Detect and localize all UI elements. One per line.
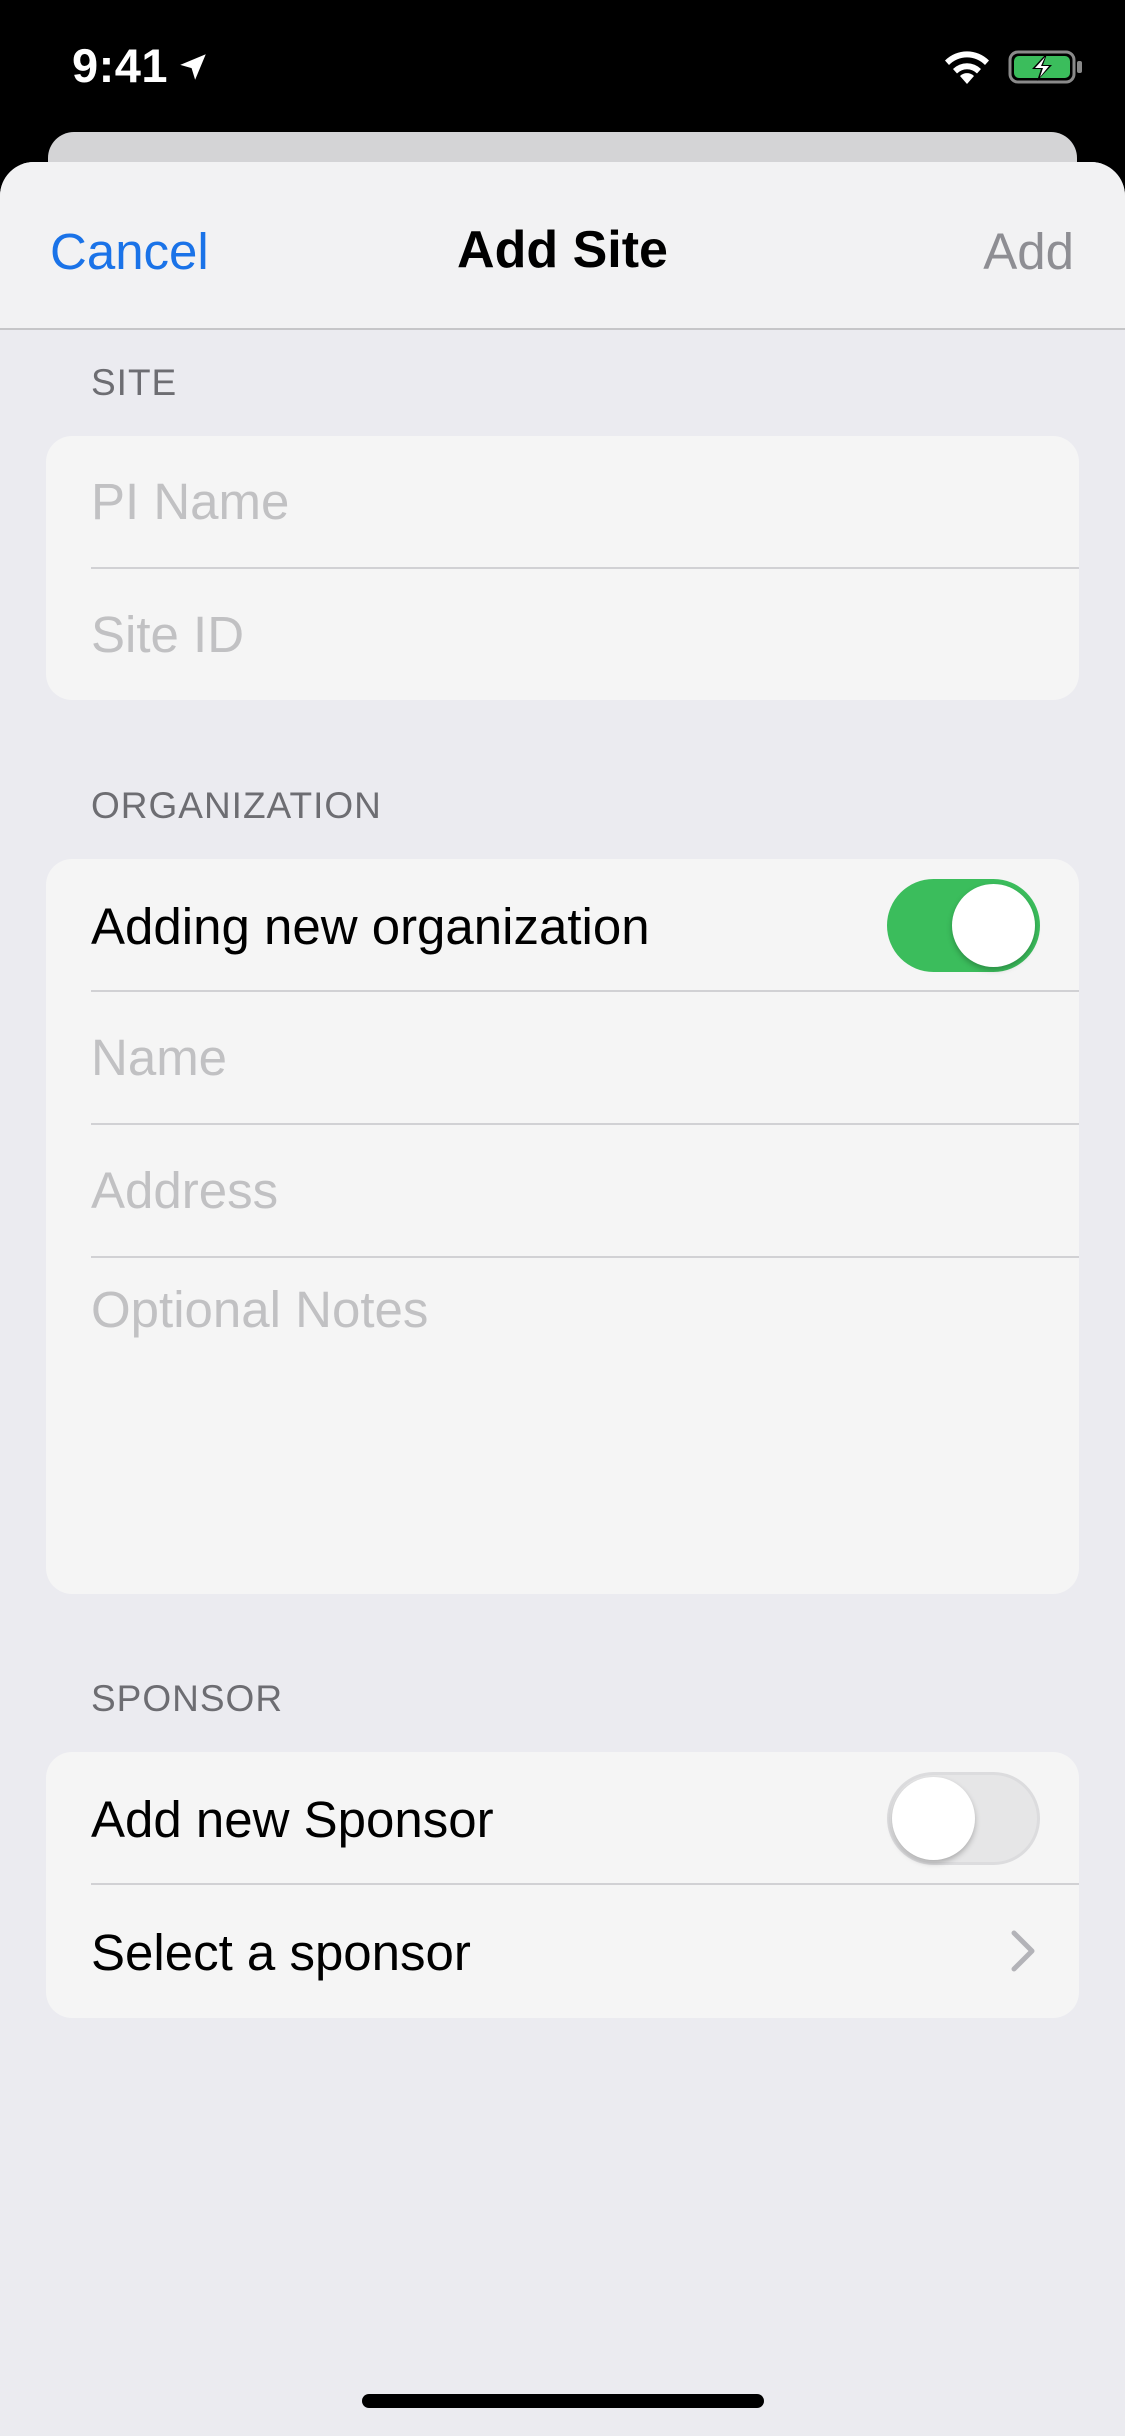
org-address-row [46,1125,1079,1258]
new-sponsor-row: Add new Sponsor [46,1752,1079,1885]
org-address-input[interactable] [91,1161,991,1220]
pi-name-input[interactable] [91,472,991,531]
toggle-knob [892,1777,975,1860]
location-arrow-icon [180,54,206,80]
new-organization-toggle[interactable] [887,879,1040,972]
home-indicator[interactable] [362,2394,764,2408]
site-section-header: SITE [91,362,178,403]
chevron-right-icon [1011,1930,1035,1972]
organization-section-header: ORGANIZATION [91,785,382,826]
toggle-knob [952,884,1035,967]
wifi-icon [945,51,989,84]
site-id-input[interactable] [91,605,991,664]
battery-charging-icon [1008,50,1082,84]
select-sponsor-row[interactable]: Select a sponsor [46,1885,1079,2018]
new-organization-row: Adding new organization [46,859,1079,992]
organization-group: Adding new organization [46,859,1079,1594]
org-name-input[interactable] [91,1028,991,1087]
navigation-bar: Cancel Add Site Add [0,162,1125,330]
page-title: Add Site [457,221,668,279]
site-group [46,436,1079,700]
new-sponsor-label: Add new Sponsor [91,1791,494,1848]
org-notes-row [46,1258,1079,1594]
pi-name-row [46,436,1079,569]
select-sponsor-label: Select a sponsor [91,1924,471,1981]
add-site-sheet: Cancel Add Site Add SITE ORGANIZATION Ad… [0,162,1125,2436]
sponsor-section-header: SPONSOR [91,1678,284,1719]
status-bar: 9:41 [0,0,1125,132]
status-time: 9:41 [72,39,169,92]
new-organization-label: Adding new organization [91,898,650,955]
site-id-row [46,569,1079,700]
new-sponsor-toggle[interactable] [887,1772,1040,1865]
org-name-row [46,992,1079,1125]
sponsor-group: Add new Sponsor Select a sponsor [46,1752,1079,2018]
optional-notes-textarea[interactable] [91,1280,991,1540]
add-button[interactable]: Add [983,222,1074,281]
